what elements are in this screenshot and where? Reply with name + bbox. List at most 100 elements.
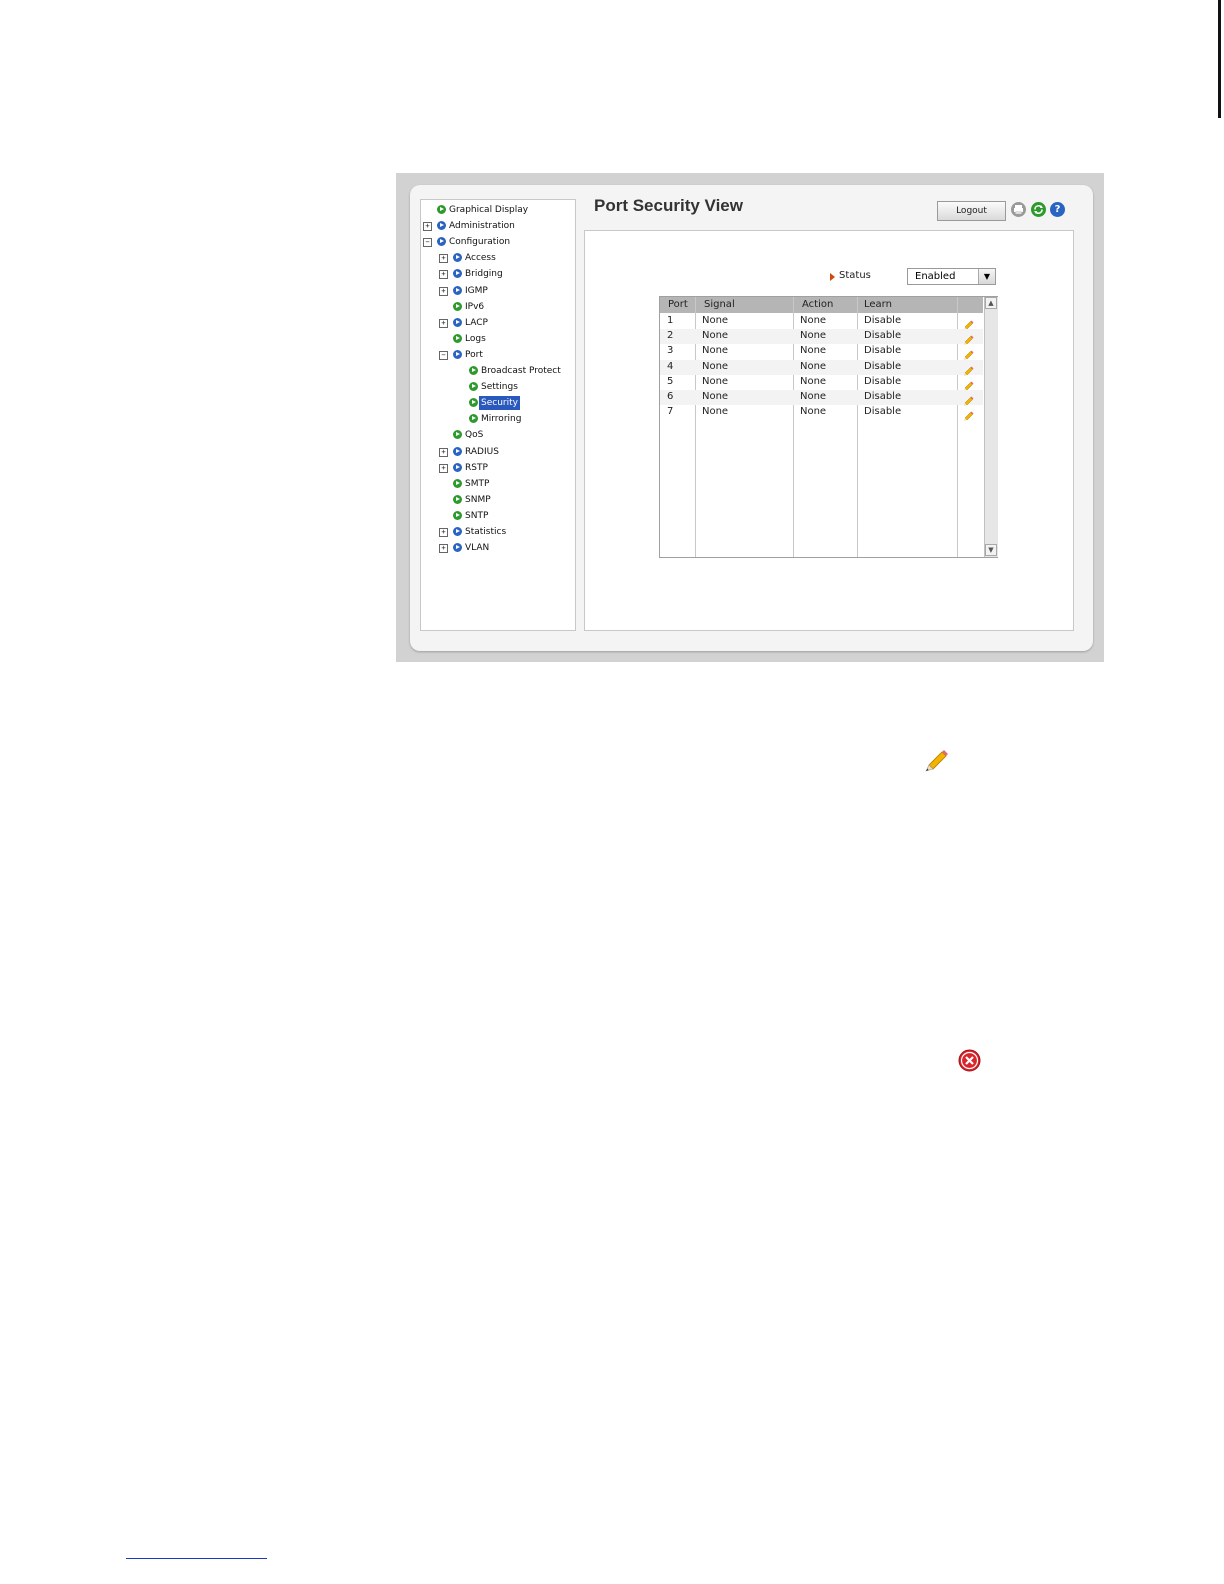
expand-icon[interactable]: + [439,287,448,296]
edit-pencil-icon[interactable] [963,362,974,376]
tree-item-label: Access [465,253,496,263]
table-row[interactable]: 6 None None Disable [660,390,983,406]
logout-button[interactable]: Logout [937,201,1006,221]
table-cell: None [800,330,827,342]
tree-item-label: LACP [465,318,488,328]
tree-item-label: Mirroring [481,414,522,424]
tree-item-label: VLAN [465,543,490,553]
table-cell: 5 [667,375,674,387]
table-cell: None [800,375,827,387]
arrow-bullet-icon [453,318,462,327]
table-cell: None [800,406,827,418]
table-cell: 1 [667,315,674,326]
tree-item-label: RADIUS [465,447,499,457]
edit-pencil-icon[interactable] [963,377,974,391]
print-icon[interactable] [1011,202,1026,217]
status-arrow-icon [830,273,835,281]
arrow-bullet-icon [453,269,462,278]
page-edge-rule [1218,0,1221,118]
table-cell: Disable [864,391,902,402]
table-row[interactable]: 2 None None Disable [660,329,983,346]
tree-item-label: Bridging [465,269,503,279]
table-cell: 4 [667,360,674,372]
tree-item-label: Configuration [449,237,511,247]
expand-icon[interactable]: + [439,319,448,328]
port-security-table: Port Signal Action Learn 1 None None Disabl… [659,296,998,558]
edit-pencil-icon[interactable] [963,316,974,330]
tree-item-label: Statistics [465,527,507,537]
arrow-bullet-icon [453,253,462,262]
table-cell: None [800,360,827,372]
tree-item-label: RSTP [465,463,488,473]
collapse-icon[interactable]: − [439,351,448,360]
scroll-down-icon[interactable]: ▼ [985,544,997,556]
tree-item-label: Broadcast Protect [481,366,561,376]
status-select-value: Enabled [915,271,956,282]
expand-icon[interactable]: + [439,544,448,553]
expand-icon[interactable]: + [423,222,432,231]
table-scrollbar[interactable]: ▲ ▼ [984,297,998,557]
tree-item-label: IPv6 [465,302,485,312]
help-icon[interactable]: ? [1050,202,1065,217]
tree-item-label: SNTP [465,511,489,521]
expand-icon[interactable]: + [439,448,448,457]
column-header-signal[interactable]: Signal [704,297,735,313]
tree-item-label: Logs [465,334,486,344]
arrow-bullet-icon [469,382,478,391]
arrow-bullet-icon [453,286,462,295]
column-header-learn[interactable]: Learn [864,297,892,313]
tree-item-label: Port [465,350,483,360]
table-cell: None [702,330,729,342]
table-cell: Disable [864,345,902,357]
arrow-bullet-icon [437,237,446,246]
table-cell: 7 [667,406,674,418]
arrow-bullet-icon [453,511,462,520]
table-cell: None [800,391,827,402]
table-cell: 2 [667,330,674,342]
edit-pencil-icon[interactable] [963,407,974,422]
arrow-bullet-icon [453,350,462,359]
arrow-bullet-icon [453,527,462,536]
table-cell: 6 [667,391,674,402]
table-cell: None [702,345,729,357]
tree-item-label: Security [479,396,520,410]
arrow-bullet-icon [453,495,462,504]
tree-item-label: IGMP [465,286,488,296]
arrow-bullet-icon [453,430,462,439]
table-cell: Disable [864,375,902,387]
table-row[interactable]: 3 None None Disable [660,344,983,361]
tree-item-label: Graphical Display [449,205,529,215]
expand-icon[interactable]: + [439,528,448,537]
arrow-bullet-icon [453,447,462,456]
table-header: Port Signal Action Learn [660,297,983,313]
table-row[interactable]: 1 None None Disable [660,314,983,330]
expand-icon[interactable]: + [439,464,448,473]
page-title: Port Security View [594,196,743,215]
table-cell: Disable [864,330,902,342]
arrow-bullet-icon [469,398,478,407]
table-row[interactable]: 5 None None Disable [660,375,983,391]
edit-pencil-icon[interactable] [963,392,974,406]
refresh-icon[interactable] [1031,202,1046,217]
scroll-up-icon[interactable]: ▲ [985,297,997,309]
arrow-bullet-icon [453,479,462,488]
status-select[interactable]: Enabled ▼ [907,268,996,285]
collapse-icon[interactable]: − [423,238,432,247]
table-cell: None [702,391,729,402]
chevron-down-icon[interactable]: ▼ [978,269,995,284]
table-cell: 3 [667,345,674,357]
edit-pencil-icon[interactable] [963,346,974,361]
table-cell: Disable [864,360,902,372]
arrow-bullet-icon [469,366,478,375]
tree-item-label: Administration [449,221,515,231]
column-header-port[interactable]: Port [668,297,688,313]
expand-icon[interactable]: + [439,270,448,279]
edit-pencil-icon[interactable] [963,331,974,346]
column-header-action[interactable]: Action [802,297,833,313]
table-row[interactable]: 4 None None Disable [660,360,983,376]
tree-item-label: QoS [465,430,484,440]
table-cell: None [702,315,729,326]
expand-icon[interactable]: + [439,254,448,263]
table-row[interactable]: 7 None None Disable [660,405,983,422]
status-label: Status [839,270,871,281]
